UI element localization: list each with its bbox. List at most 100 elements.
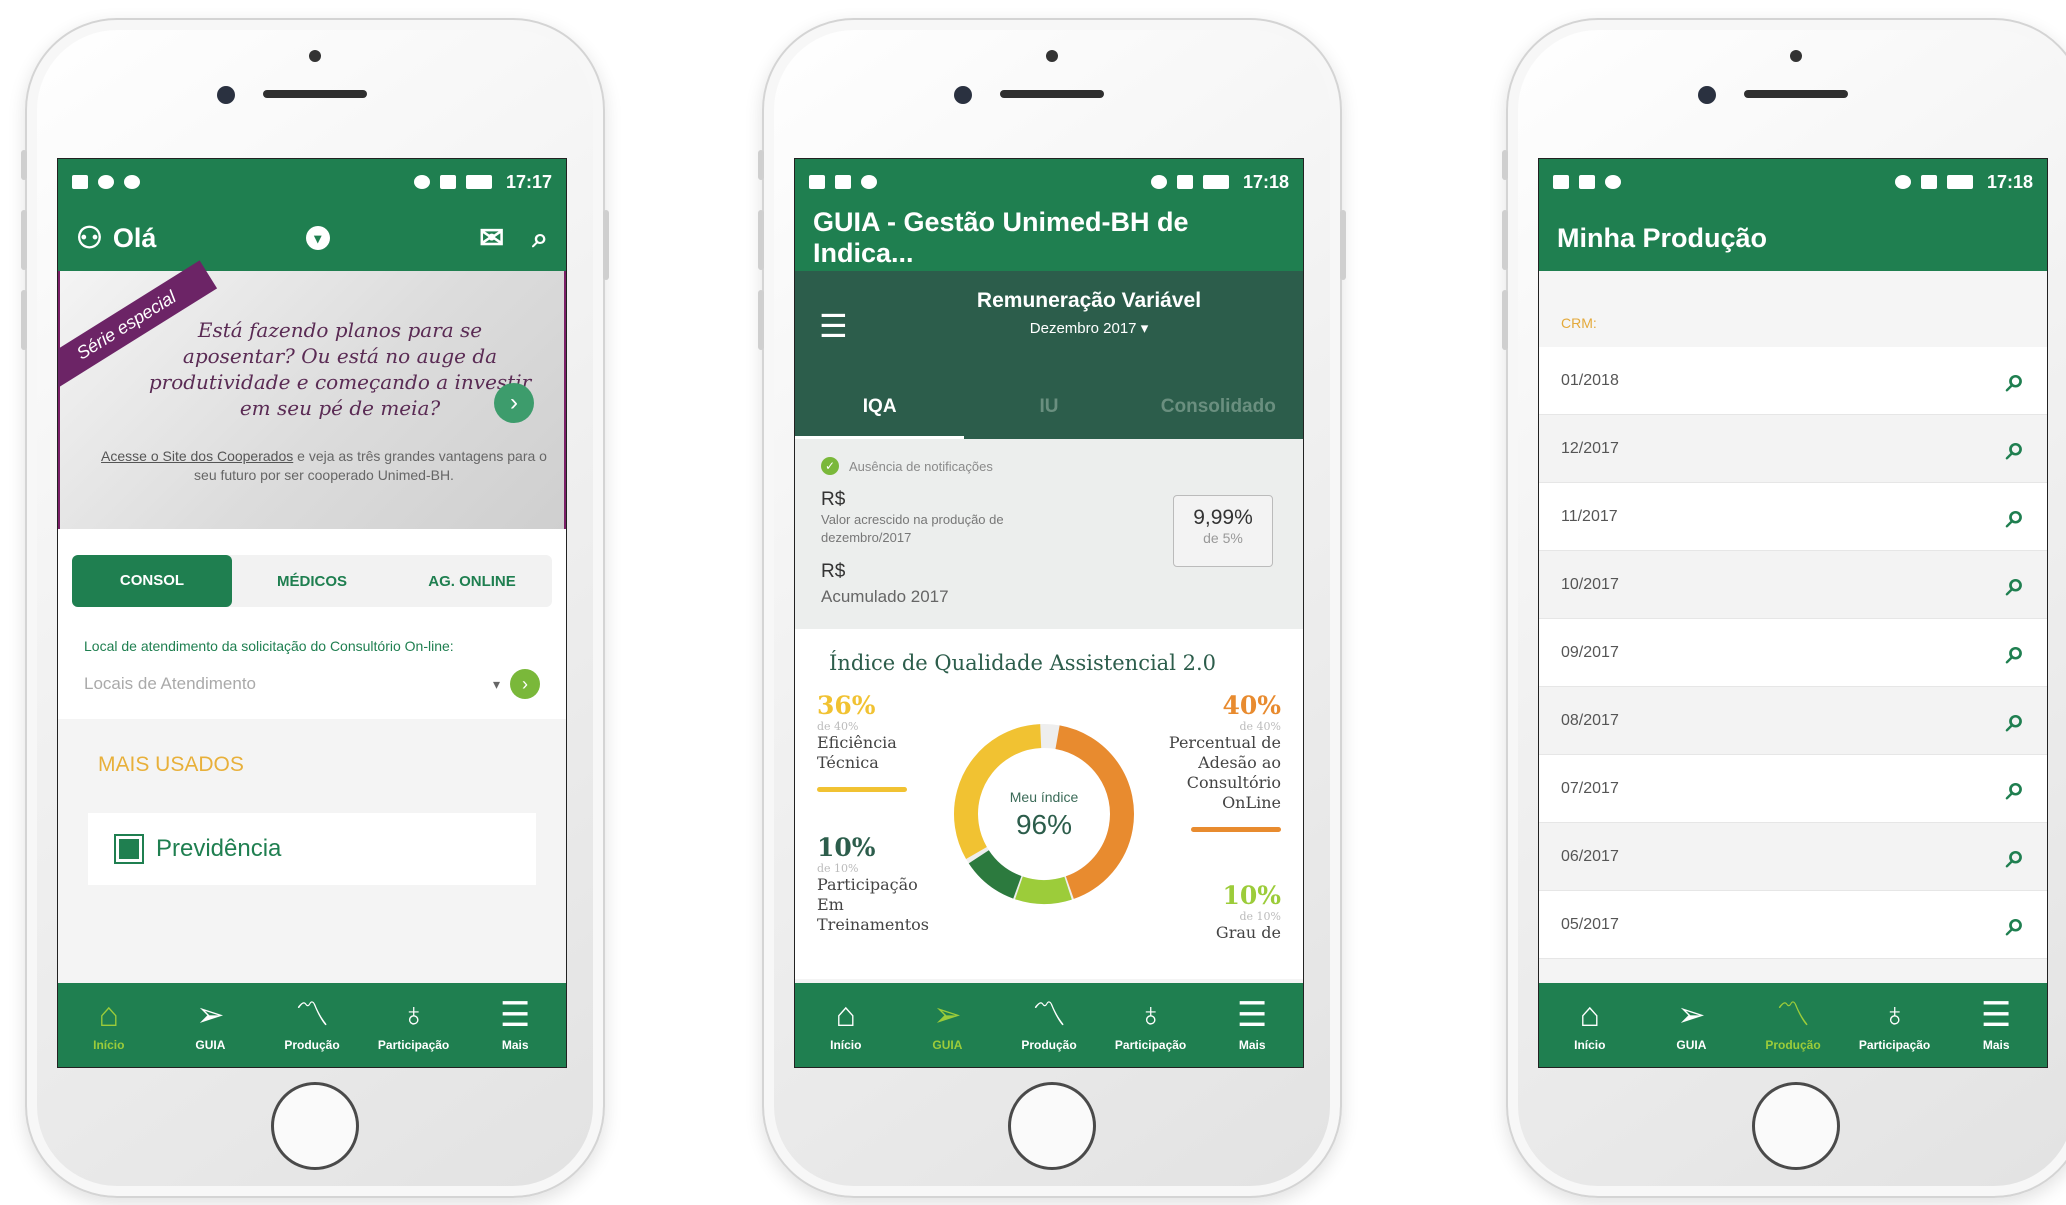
- nav-inicio[interactable]: ⌂ Início: [795, 983, 897, 1067]
- chevron-down-icon[interactable]: ▾: [305, 226, 330, 250]
- tab-medicos[interactable]: MÉDICOS: [232, 573, 392, 590]
- home-button[interactable]: [271, 1082, 359, 1170]
- award-ribbon-icon: ♁: [1881, 996, 1908, 1034]
- search-icon[interactable]: ⌕: [2006, 429, 2025, 468]
- metric-pct: 10%: [1222, 881, 1281, 910]
- nav-guia[interactable]: ➢ GUIA: [1641, 983, 1743, 1067]
- shortcut-label: Previdência: [156, 835, 282, 862]
- shortcut-previdencia[interactable]: Previdência: [88, 813, 536, 885]
- nav-label: Produção: [1021, 1038, 1077, 1052]
- award-ribbon-icon: ♁: [400, 996, 427, 1034]
- search-icon[interactable]: ⌕: [2006, 633, 2025, 672]
- nav-producao[interactable]: 〽 Produção: [998, 983, 1100, 1067]
- search-icon[interactable]: ⌕: [2006, 837, 2025, 876]
- nav-participacao[interactable]: ♁ Participação: [1100, 983, 1202, 1067]
- user-greeting[interactable]: ⚇ Olá: [76, 221, 156, 256]
- search-icon[interactable]: ⌕: [2006, 361, 2025, 400]
- list-item[interactable]: 06/2017 ⌕: [1539, 823, 2047, 891]
- user-icon: ⚇: [76, 221, 103, 255]
- nav-label: Mais: [501, 1038, 529, 1052]
- list-item[interactable]: 07/2017 ⌕: [1539, 755, 2047, 823]
- status-bar: 17:18: [795, 159, 1303, 205]
- search-icon[interactable]: ⌕: [2006, 497, 2025, 536]
- metric-pct: 40%: [1222, 691, 1281, 720]
- nav-mais[interactable]: ☰ Mais: [464, 983, 566, 1067]
- menu-icon: ☰: [1980, 996, 2012, 1034]
- list-item[interactable]: 05/2017 ⌕: [1539, 891, 2047, 959]
- list-item[interactable]: 01/2018 ⌕: [1539, 347, 2047, 415]
- search-icon[interactable]: ⌕: [2006, 701, 2025, 740]
- battery-icon: [465, 175, 492, 189]
- percent-value: 9,99%: [1193, 506, 1253, 529]
- list-item[interactable]: 11/2017 ⌕: [1539, 483, 2047, 551]
- proximity-sensor: [1046, 50, 1058, 62]
- list-item[interactable]: 10/2017 ⌕: [1539, 551, 2047, 619]
- screen-home: 17:17 ⚇ Olá ▾ ✉ ⌕ Série especial Está fa…: [57, 158, 567, 1068]
- nav-participacao[interactable]: ♁ Participação: [1844, 983, 1946, 1067]
- metric-pct: 36%: [817, 691, 876, 720]
- menu-icon: ☰: [1236, 996, 1268, 1034]
- home-button[interactable]: [1008, 1082, 1096, 1170]
- nav-label: Participação: [1858, 1038, 1931, 1052]
- list-item[interactable]: 08/2017 ⌕: [1539, 687, 2047, 755]
- phone-frame-guia: 17:18 GUIA - Gestão Unimed-BH de Indica.…: [758, 18, 1346, 1198]
- home-button[interactable]: [1752, 1082, 1840, 1170]
- tab-iqa[interactable]: IQA: [795, 375, 965, 439]
- tab-consol[interactable]: CONSOL: [72, 555, 232, 607]
- location-select[interactable]: Locais de Atendimento ▾ ›: [84, 669, 540, 699]
- nav-label: Produção: [284, 1038, 340, 1052]
- go-button[interactable]: ›: [510, 669, 540, 699]
- notification-text: Ausência de notificações: [849, 458, 993, 474]
- indicator-tabs: IQA IU Consolidado: [795, 375, 1303, 439]
- mail-icon[interactable]: ✉: [479, 221, 504, 256]
- tab-ag-online[interactable]: AG. ONLINE: [392, 573, 552, 590]
- menu-icon: ☰: [499, 996, 531, 1034]
- metric-label: Percentual de Adesão ao Consultório OnLi…: [1168, 733, 1281, 812]
- hamburger-menu-icon[interactable]: ☰: [819, 307, 848, 345]
- bottom-nav: ⌂ Início ➢ GUIA 〽 Produção ♁ Participação ☰ M…: [1539, 983, 2047, 1067]
- battery-icon: [1202, 175, 1229, 189]
- home-icon: ⌂: [98, 996, 120, 1034]
- metric-grau: 10% de 10% Grau de: [1161, 881, 1281, 943]
- banner-link[interactable]: Acesse o Site dos Cooperados: [101, 448, 293, 464]
- banner-subtext: Acesse o Site dos Cooperados e veja as t…: [100, 447, 548, 485]
- nav-inicio[interactable]: ⌂ Início: [58, 983, 160, 1067]
- metric-label: Eficiência Técnica: [817, 733, 897, 772]
- iqa-title: Índice de Qualidade Assistencial 2.0: [829, 651, 1216, 675]
- tab-iu[interactable]: IU: [964, 396, 1133, 418]
- page-title: GUIA - Gestão Unimed-BH de Indica...: [813, 207, 1189, 268]
- chevron-right-icon[interactable]: ›: [494, 383, 534, 423]
- nav-producao[interactable]: 〽 Produção: [261, 983, 363, 1067]
- metric-adesao: 40% de 40% Percentual de Adesão ao Consu…: [1141, 691, 1281, 832]
- nav-producao[interactable]: 〽 Produção: [1742, 983, 1844, 1067]
- metric-of: de 40%: [1239, 720, 1282, 733]
- volume-up-button: [21, 210, 27, 270]
- nav-guia[interactable]: ➢ GUIA: [160, 983, 262, 1067]
- tab-consolidado[interactable]: Consolidado: [1134, 396, 1303, 418]
- month-label: 07/2017: [1561, 779, 1619, 797]
- production-month-list: 01/2018 ⌕ 12/2017 ⌕ 11/2017 ⌕ 10/2017 ⌕ 09/2…: [1539, 347, 2047, 959]
- volume-up-button: [1502, 210, 1508, 270]
- volume-down-button: [758, 290, 764, 350]
- nav-guia[interactable]: ➢ GUIA: [897, 983, 999, 1067]
- ring-value: 96%: [1015, 809, 1073, 840]
- nav-mais[interactable]: ☰ Mais: [1945, 983, 2047, 1067]
- metric-label: Participação Em Treinamentos: [817, 875, 929, 934]
- chart-line-icon: 〽: [294, 996, 329, 1034]
- list-item[interactable]: 12/2017 ⌕: [1539, 415, 2047, 483]
- mute-switch: [758, 150, 764, 180]
- search-icon[interactable]: ⌕: [532, 222, 548, 255]
- search-icon[interactable]: ⌕: [2006, 769, 2025, 808]
- search-icon[interactable]: ⌕: [2006, 905, 2025, 944]
- segment-tabs: CONSOL MÉDICOS AG. ONLINE: [72, 555, 552, 607]
- nav-inicio[interactable]: ⌂ Início: [1539, 983, 1641, 1067]
- promo-banner[interactable]: Série especial Está fazendo planos para …: [58, 260, 566, 529]
- proximity-sensor: [309, 50, 321, 62]
- list-item[interactable]: 09/2017 ⌕: [1539, 619, 2047, 687]
- message-icon: [1553, 175, 1569, 189]
- search-icon[interactable]: ⌕: [2006, 565, 2025, 604]
- phone-frame-home: 17:17 ⚇ Olá ▾ ✉ ⌕ Série especial Está fa…: [21, 18, 609, 1198]
- month-selector[interactable]: Dezembro 2017 ▾: [895, 319, 1283, 337]
- nav-participacao[interactable]: ♁ Participação: [363, 983, 465, 1067]
- nav-mais[interactable]: ☰ Mais: [1201, 983, 1303, 1067]
